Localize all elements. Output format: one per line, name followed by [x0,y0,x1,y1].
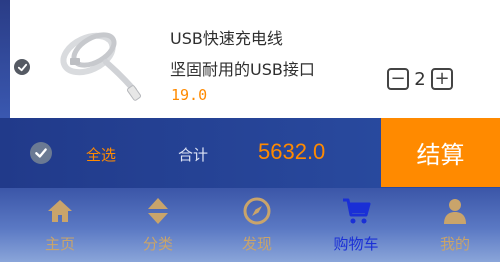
select-all-checkbox[interactable] [30,142,52,164]
usb-cable-image[interactable] [42,14,154,110]
home-icon [48,200,72,222]
increment-button[interactable]: + [431,68,453,90]
compass-icon [243,197,271,225]
quantity-value: 2 [414,68,426,90]
nav-label-mine: 我的 [439,235,470,253]
decrement-button[interactable]: − [387,68,409,90]
nav-item-home[interactable]: 主页 [15,188,105,262]
nav-item-mine[interactable]: 我的 [410,188,500,262]
nav-label-cart: 购物车 [333,235,379,253]
cart-icon [343,198,371,224]
product-name: USB快速充电线 [170,29,283,48]
quantity-stepper: − 2 + [387,66,453,92]
nav-label-home: 主页 [44,235,75,253]
check-icon [35,148,47,158]
nav-label-discover: 发现 [241,235,272,253]
nav-item-discover[interactable]: 发现 [212,188,302,262]
product-description: 坚固耐用的USB接口 [170,60,315,79]
total-label: 合计 [178,146,209,164]
nav-item-cart[interactable]: 购物车 [311,188,401,262]
nav-item-category[interactable]: 分类 [113,188,203,262]
product-price: 19.0 [171,86,208,104]
sort-icon [148,198,168,224]
checkout-button[interactable]: 结算 [381,118,500,187]
item-select-checkbox[interactable] [14,59,30,75]
nav-label-category: 分类 [142,235,173,253]
user-icon [444,199,466,224]
total-value: 5632.0 [258,139,326,164]
select-all-label[interactable]: 全选 [86,144,116,165]
check-icon [17,63,27,71]
